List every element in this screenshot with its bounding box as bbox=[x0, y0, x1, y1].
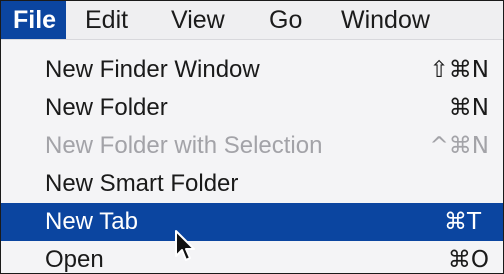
menu-file[interactable]: File bbox=[1, 1, 67, 39]
file-menu-dropdown: New Finder Window ⇧⌘N New Folder ⌘N New … bbox=[1, 40, 503, 273]
menu-item-shortcut: ⇧⌘N bbox=[429, 57, 489, 83]
menu-item-shortcut: ⌘N bbox=[448, 95, 489, 121]
menu-item-new-smart-folder[interactable]: New Smart Folder bbox=[9, 165, 503, 203]
arrow-cursor-icon bbox=[175, 230, 195, 261]
menu-item-label: New Folder bbox=[45, 94, 168, 121]
menu-edit[interactable]: Edit bbox=[85, 1, 128, 39]
menu-item-label: Open bbox=[45, 246, 104, 273]
menu-item-shortcut: ^⌘N bbox=[429, 133, 489, 159]
menu-item-new-folder-with-selection: New Folder with Selection ^⌘N bbox=[9, 127, 503, 165]
menu-item-label: New Smart Folder bbox=[45, 170, 239, 197]
menu-item-shortcut: ⌘T bbox=[443, 209, 481, 235]
menu-item-label: New Folder with Selection bbox=[45, 132, 323, 159]
menu-item-label: New Tab bbox=[45, 208, 138, 235]
menu-item-shortcut: ⌘O bbox=[447, 247, 489, 273]
menu-item-new-tab[interactable]: New Tab ⌘T bbox=[1, 203, 503, 241]
menu-item-new-finder-window[interactable]: New Finder Window ⇧⌘N bbox=[9, 51, 503, 89]
finder-menu-screenshot: File Edit View Go Window New Finder Wind… bbox=[0, 0, 504, 274]
menu-window[interactable]: Window bbox=[341, 1, 430, 39]
menu-item-open[interactable]: Open ⌘O bbox=[9, 241, 503, 273]
menu-item-label: New Finder Window bbox=[45, 56, 260, 83]
menu-item-new-folder[interactable]: New Folder ⌘N bbox=[9, 89, 503, 127]
menu-bar: File Edit View Go Window bbox=[1, 1, 503, 40]
menu-view[interactable]: View bbox=[171, 1, 225, 39]
menu-go[interactable]: Go bbox=[269, 1, 302, 39]
